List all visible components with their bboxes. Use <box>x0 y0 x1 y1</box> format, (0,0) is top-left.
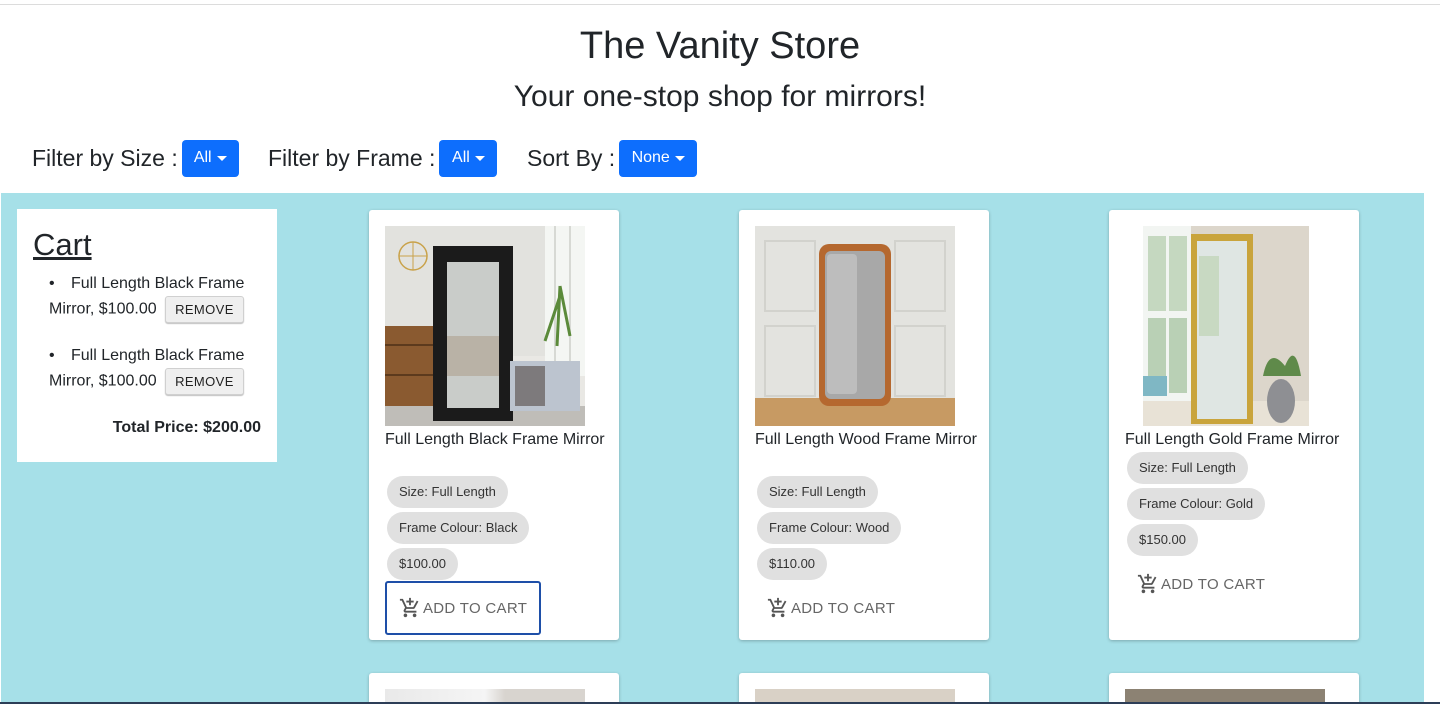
sort-value: None <box>631 149 670 166</box>
top-divider <box>0 4 1440 5</box>
product-chips: Size: Full Length Frame Colour: Wood $11… <box>757 476 902 584</box>
size-filter-dropdown[interactable]: All <box>181 139 239 177</box>
add-shopping-cart-icon <box>767 597 787 618</box>
cart-panel: Cart Full Length Black Frame Mirror, $10… <box>17 209 277 462</box>
caret-down-icon <box>674 156 685 161</box>
size-filter-label: Filter by Size : <box>32 145 178 171</box>
product-card: Full Length Gold Frame Mirror Size: Full… <box>1109 210 1359 640</box>
product-card <box>369 673 619 704</box>
size-filter-value: All <box>193 149 212 166</box>
add-to-cart-button[interactable]: ADD TO CART <box>385 581 542 635</box>
sort-dropdown[interactable]: None <box>619 139 698 177</box>
price-chip: $110.00 <box>757 548 828 580</box>
main-content: Cart Full Length Black Frame Mirror, $10… <box>1 193 1424 704</box>
product-chips: Size: Full Length Frame Colour: Black $1… <box>387 476 530 584</box>
cart-total: Total Price: $200.00 <box>112 419 261 436</box>
filter-bar: Filter by Size : All Filter by Frame : A… <box>0 138 1440 180</box>
gold-frame-mirror-image <box>1143 226 1309 426</box>
product-card: Full Length Black Frame Mirror Size: Ful… <box>369 210 619 640</box>
remove-button[interactable]: REMOVE <box>165 296 244 323</box>
product-name: Full Length Black Frame Mirror <box>385 431 605 448</box>
product-card <box>1109 673 1359 704</box>
frame-filter-value: All <box>452 149 470 166</box>
frame-colour-chip: Frame Colour: Gold <box>1127 488 1266 520</box>
frame-filter-label: Filter by Frame : <box>268 145 436 171</box>
caret-down-icon <box>474 156 485 161</box>
store-title: The Vanity Store <box>579 25 861 67</box>
frame-filter: Filter by Frame : All <box>268 138 498 178</box>
cart-item-price: Mirror, $100.00 <box>49 300 157 318</box>
size-chip: Size: Full Length <box>387 476 508 508</box>
product-image <box>385 226 585 426</box>
product-image <box>755 226 955 426</box>
remove-button[interactable]: REMOVE <box>165 368 244 395</box>
add-to-cart-button[interactable]: ADD TO CART <box>755 581 907 635</box>
size-chip: Size: Full Length <box>1127 452 1248 484</box>
add-shopping-cart-icon <box>399 597 419 618</box>
sort-filter: Sort By : None <box>527 138 698 178</box>
cart-item-price: Mirror, $100.00 <box>49 372 157 390</box>
frame-filter-dropdown[interactable]: All <box>439 139 498 177</box>
cart-list: Full Length Black Frame Mirror, $100.00 … <box>33 271 261 395</box>
wood-frame-mirror-image <box>755 226 955 426</box>
product-image <box>1143 226 1309 426</box>
price-chip: $150.00 <box>1127 524 1198 556</box>
cart-item: Full Length Black Frame Mirror, $100.00 … <box>33 343 261 395</box>
product-card: Full Length Wood Frame Mirror Size: Full… <box>739 210 989 640</box>
size-filter: Filter by Size : All <box>32 138 239 178</box>
product-chips: Size: Full Length Frame Colour: Gold $15… <box>1127 452 1266 560</box>
cart-item-name: Full Length Black Frame <box>71 347 245 364</box>
add-shopping-cart-icon <box>1137 573 1157 594</box>
black-frame-mirror-image <box>385 226 585 426</box>
sort-label: Sort By : <box>527 145 616 171</box>
add-to-cart-label: ADD TO CART <box>1161 575 1266 593</box>
frame-colour-chip: Frame Colour: Wood <box>757 512 902 544</box>
cart-title: Cart <box>33 227 92 262</box>
product-card <box>739 673 989 704</box>
store-tagline: Your one-stop shop for mirrors! <box>513 80 927 113</box>
frame-colour-chip: Frame Colour: Black <box>387 512 530 544</box>
add-to-cart-label: ADD TO CART <box>423 599 528 617</box>
add-to-cart-button[interactable]: ADD TO CART <box>1125 557 1277 611</box>
size-chip: Size: Full Length <box>757 476 878 508</box>
price-chip: $100.00 <box>387 548 458 580</box>
cart-item: Full Length Black Frame Mirror, $100.00 … <box>33 271 261 323</box>
product-name: Full Length Wood Frame Mirror <box>755 431 977 448</box>
caret-down-icon <box>216 156 227 161</box>
cart-item-name: Full Length Black Frame <box>71 275 245 292</box>
add-to-cart-label: ADD TO CART <box>791 599 896 617</box>
product-name: Full Length Gold Frame Mirror <box>1125 431 1340 448</box>
